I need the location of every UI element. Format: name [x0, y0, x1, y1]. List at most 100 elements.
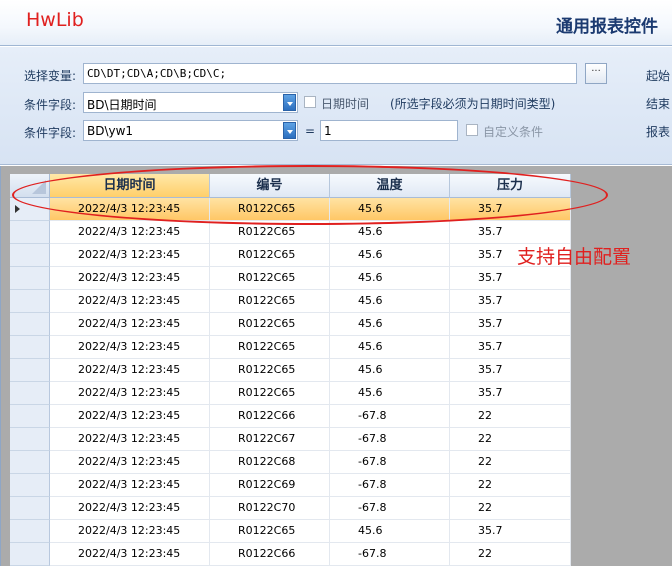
date-time-checkbox[interactable]	[304, 96, 316, 108]
cell-pressure[interactable]: 35.7	[450, 336, 571, 359]
cell-temperature[interactable]: 45.6	[330, 382, 450, 405]
row-header[interactable]	[10, 313, 50, 336]
select-variable-input[interactable]: CD\DT;CD\A;CD\B;CD\C;	[83, 63, 577, 84]
cell-pressure[interactable]: 35.7	[450, 221, 571, 244]
table-row[interactable]: 2022/4/3 12:23:45 R0122C65 45.6 35.7	[10, 267, 571, 290]
row-header[interactable]	[10, 520, 50, 543]
chevron-down-icon[interactable]	[283, 122, 296, 139]
cell-datetime[interactable]: 2022/4/3 12:23:45	[50, 520, 210, 543]
cell-pressure[interactable]: 22	[450, 451, 571, 474]
cell-id[interactable]: R0122C65	[210, 244, 330, 267]
cell-temperature[interactable]: 45.6	[330, 267, 450, 290]
cell-id[interactable]: R0122C69	[210, 474, 330, 497]
cell-datetime[interactable]: 2022/4/3 12:23:45	[50, 428, 210, 451]
cell-temperature[interactable]: 45.6	[330, 520, 450, 543]
column-header-datetime[interactable]: 日期时间	[50, 174, 210, 198]
cell-id[interactable]: R0122C65	[210, 359, 330, 382]
cell-temperature[interactable]: -67.8	[330, 474, 450, 497]
cell-datetime[interactable]: 2022/4/3 12:23:45	[50, 221, 210, 244]
cell-datetime[interactable]: 2022/4/3 12:23:45	[50, 382, 210, 405]
cell-datetime[interactable]: 2022/4/3 12:23:45	[50, 313, 210, 336]
cell-id[interactable]: R0122C68	[210, 451, 330, 474]
row-header[interactable]	[10, 451, 50, 474]
cell-datetime[interactable]: 2022/4/3 12:23:45	[50, 497, 210, 520]
cell-pressure[interactable]: 35.7	[450, 382, 571, 405]
chevron-down-icon[interactable]	[283, 94, 296, 111]
table-row[interactable]: 2022/4/3 12:23:45 R0122C70 -67.8 22	[10, 497, 571, 520]
table-row[interactable]: 2022/4/3 12:23:45 R0122C65 45.6 35.7	[10, 313, 571, 336]
column-header-pressure[interactable]: 压力	[450, 174, 571, 198]
cell-temperature[interactable]: 45.6	[330, 359, 450, 382]
cell-temperature[interactable]: -67.8	[330, 543, 450, 566]
row-header[interactable]	[10, 405, 50, 428]
cell-pressure[interactable]: 35.7	[450, 290, 571, 313]
cell-pressure[interactable]: 35.7	[450, 267, 571, 290]
cell-id[interactable]: R0122C65	[210, 313, 330, 336]
table-row[interactable]: 2022/4/3 12:23:45 R0122C65 45.6 35.7	[10, 290, 571, 313]
condition-field-select-1[interactable]: BD\日期时间	[83, 92, 298, 113]
table-row[interactable]: 2022/4/3 12:23:45 R0122C65 45.6 35.7	[10, 221, 571, 244]
cell-id[interactable]: R0122C65	[210, 267, 330, 290]
column-header-temperature[interactable]: 温度	[330, 174, 450, 198]
cell-datetime[interactable]: 2022/4/3 12:23:45	[50, 359, 210, 382]
table-row[interactable]: 2022/4/3 12:23:45 R0122C69 -67.8 22	[10, 474, 571, 497]
cell-datetime[interactable]: 2022/4/3 12:23:45	[50, 543, 210, 566]
cell-temperature[interactable]: 45.6	[330, 244, 450, 267]
cell-id[interactable]: R0122C70	[210, 497, 330, 520]
cell-pressure[interactable]: 22	[450, 543, 571, 566]
custom-condition-checkbox[interactable]	[466, 124, 478, 136]
cell-pressure[interactable]: 22	[450, 474, 571, 497]
cell-temperature[interactable]: 45.6	[330, 336, 450, 359]
cell-pressure[interactable]: 35.7	[450, 313, 571, 336]
row-header[interactable]	[10, 428, 50, 451]
cell-pressure[interactable]: 35.7	[450, 198, 571, 221]
row-header[interactable]	[10, 290, 50, 313]
table-row[interactable]: 2022/4/3 12:23:45 R0122C65 45.6 35.7	[10, 244, 571, 267]
table-row[interactable]: 2022/4/3 12:23:45 R0122C65 45.6 35.7	[10, 336, 571, 359]
cell-temperature[interactable]: -67.8	[330, 405, 450, 428]
select-all-corner[interactable]	[10, 174, 50, 198]
row-header[interactable]	[10, 382, 50, 405]
cell-datetime[interactable]: 2022/4/3 12:23:45	[50, 474, 210, 497]
column-header-id[interactable]: 编号	[210, 174, 330, 198]
condition-value-input[interactable]: 1	[320, 120, 458, 141]
table-row[interactable]: 2022/4/3 12:23:45 R0122C65 45.6 35.7	[10, 382, 571, 405]
table-row[interactable]: 2022/4/3 12:23:45 R0122C66 -67.8 22	[10, 405, 571, 428]
cell-id[interactable]: R0122C65	[210, 382, 330, 405]
row-header[interactable]	[10, 198, 50, 221]
table-row[interactable]: 2022/4/3 12:23:45 R0122C65 45.6 35.7	[10, 359, 571, 382]
cell-id[interactable]: R0122C66	[210, 405, 330, 428]
cell-id[interactable]: R0122C65	[210, 221, 330, 244]
cell-temperature[interactable]: -67.8	[330, 497, 450, 520]
cell-id[interactable]: R0122C65	[210, 520, 330, 543]
cell-temperature[interactable]: 45.6	[330, 290, 450, 313]
cell-temperature[interactable]: 45.6	[330, 313, 450, 336]
cell-temperature[interactable]: 45.6	[330, 198, 450, 221]
cell-datetime[interactable]: 2022/4/3 12:23:45	[50, 267, 210, 290]
table-row[interactable]: 2022/4/3 12:23:45 R0122C65 45.6 35.7	[10, 198, 571, 221]
row-header[interactable]	[10, 221, 50, 244]
cell-datetime[interactable]: 2022/4/3 12:23:45	[50, 244, 210, 267]
row-header[interactable]	[10, 267, 50, 290]
cell-temperature[interactable]: -67.8	[330, 428, 450, 451]
cell-id[interactable]: R0122C66	[210, 543, 330, 566]
row-header[interactable]	[10, 336, 50, 359]
cell-id[interactable]: R0122C65	[210, 290, 330, 313]
data-grid[interactable]: 日期时间 编号 温度 压力 2022/4/3 12:23:45 R0122C65 4…	[10, 174, 571, 566]
cell-pressure[interactable]: 35.7	[450, 520, 571, 543]
condition-field-select-2[interactable]: BD\yw1	[83, 120, 298, 141]
cell-id[interactable]: R0122C65	[210, 198, 330, 221]
row-header[interactable]	[10, 497, 50, 520]
browse-variables-button[interactable]: ···	[585, 63, 607, 84]
cell-datetime[interactable]: 2022/4/3 12:23:45	[50, 290, 210, 313]
cell-pressure[interactable]: 22	[450, 405, 571, 428]
row-header[interactable]	[10, 244, 50, 267]
row-header[interactable]	[10, 474, 50, 497]
table-row[interactable]: 2022/4/3 12:23:45 R0122C68 -67.8 22	[10, 451, 571, 474]
cell-temperature[interactable]: 45.6	[330, 221, 450, 244]
table-row[interactable]: 2022/4/3 12:23:45 R0122C67 -67.8 22	[10, 428, 571, 451]
cell-temperature[interactable]: -67.8	[330, 451, 450, 474]
cell-datetime[interactable]: 2022/4/3 12:23:45	[50, 198, 210, 221]
cell-pressure[interactable]: 22	[450, 497, 571, 520]
cell-datetime[interactable]: 2022/4/3 12:23:45	[50, 451, 210, 474]
